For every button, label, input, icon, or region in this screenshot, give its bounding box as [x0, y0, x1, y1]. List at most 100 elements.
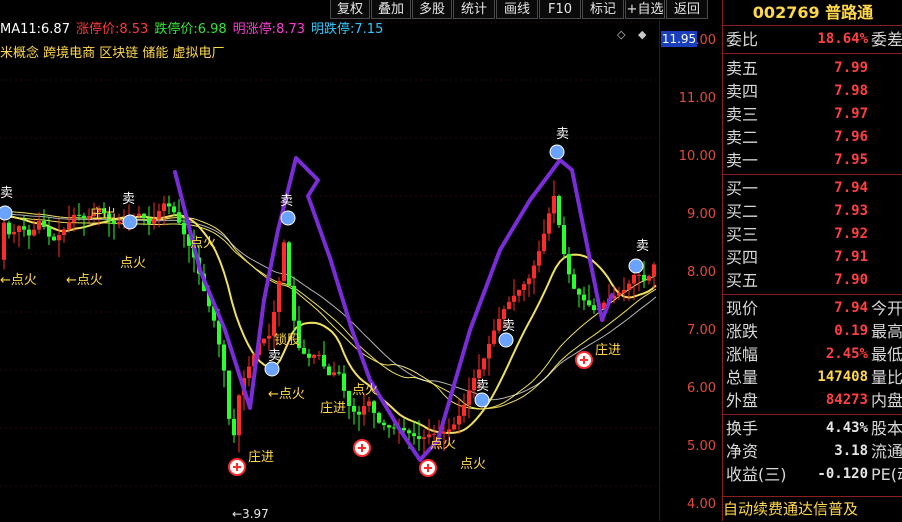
candle-body [222, 344, 226, 371]
candle-body [302, 347, 306, 354]
candle-body [77, 214, 81, 216]
candle-body [182, 222, 186, 235]
sell-signal-face-icon [0, 205, 13, 221]
row-value: 7.98 [834, 83, 868, 99]
chart-annotation: 点火 [190, 236, 216, 251]
indicator-0: MA11:6.87 [0, 22, 70, 37]
toolbar-button-5[interactable]: F10 [539, 0, 581, 19]
quote-panel: 002769 普路通 委比 18.64% 委差 卖五 7.99 卖四 7.98 卖三 7.… [722, 0, 902, 521]
candle-body [407, 430, 411, 434]
buy-row-1: 买二 7.93 [723, 200, 902, 223]
chart-annotation: 卖 [268, 349, 281, 364]
candle-body [442, 431, 446, 434]
candle-body [262, 338, 266, 344]
candle-body [582, 294, 586, 301]
row-value: 0.19 [834, 323, 868, 339]
stock-name: 普路通 [825, 3, 874, 22]
stock-header[interactable]: 002769 普路通 [723, 0, 902, 26]
candle-body [632, 274, 636, 284]
chart-annotation: 锁股 [274, 332, 300, 348]
candle-body [82, 215, 86, 219]
price-tick: 5.00 [687, 439, 716, 454]
candle-body [457, 415, 461, 425]
candle-body [547, 213, 551, 234]
indicator-4: 明跌停:7.15 [311, 22, 383, 37]
candle-body [352, 405, 356, 412]
quote-row-4: 外盘 84273 内盘 [723, 389, 902, 412]
toolbar-button-7[interactable]: +自选 [625, 0, 665, 19]
candle-body [497, 318, 501, 331]
chart-annotation: 点火 [460, 457, 486, 472]
candle-body [412, 433, 416, 437]
row-extra-label: 最高 [871, 322, 902, 341]
candle-body [332, 372, 336, 376]
ad-banner[interactable]: 自动续费通达信普及 [723, 496, 902, 522]
candle-body [362, 405, 366, 415]
candle-body [227, 370, 231, 419]
candle-body [527, 278, 531, 285]
candle-body [22, 226, 26, 230]
candle-body [417, 436, 421, 440]
ma-line-long-2 [0, 215, 657, 410]
candle-body [307, 353, 311, 358]
toolbar-button-1[interactable]: 叠加 [371, 0, 411, 19]
candle-body [507, 301, 511, 310]
toolbar-button-0[interactable]: 复权 [330, 0, 370, 19]
candle-body [217, 320, 221, 345]
candle-body [337, 372, 341, 374]
indicator-value: 6.98 [197, 22, 227, 37]
candle-body [392, 427, 396, 429]
finance-row-1: 净资 3.18 流通 [723, 440, 902, 463]
row-value: 7.91 [834, 249, 868, 265]
finance-row-2: 收益(三) -0.120PE(动) [723, 463, 902, 486]
buy-row-4: 买五 7.90 [723, 269, 902, 292]
row-value: 7.93 [834, 203, 868, 219]
row-value: 7.95 [834, 152, 868, 168]
candle-body [177, 212, 181, 223]
candle-body [492, 330, 496, 344]
chart-annotation: 卖 [280, 194, 293, 209]
candle-body [627, 283, 631, 290]
price-axis: 12.00 11.00 10.00 9.00 8.00 7.00 6.00 5.00 4.00 [660, 20, 720, 521]
chart-annotation: 卖 [122, 192, 135, 207]
toolbar-button-6[interactable]: 标记 [582, 0, 624, 19]
candle-body [377, 412, 381, 423]
sell-signal-face-icon [122, 214, 138, 230]
candle-body [522, 284, 526, 290]
price-tick: 9.00 [687, 207, 716, 222]
row-label: 收益(三) [726, 465, 787, 484]
toolbar-button-2[interactable]: 多股 [412, 0, 452, 19]
indicator-value: 8.53 [119, 22, 149, 37]
quote-row-3: 总量 147408 量比 [723, 366, 902, 389]
sell-signal-face-icon [498, 332, 514, 348]
candle-body [357, 411, 361, 415]
candle-body [32, 229, 36, 236]
price-tick: 6.00 [687, 381, 716, 396]
row-label: 买五 [726, 271, 759, 290]
dot-icon: ◆ [638, 28, 647, 41]
toolbar-button-4[interactable]: 画线 [496, 0, 538, 19]
diamond-icon: ◇ [617, 28, 626, 41]
k-line-chart[interactable]: 卖卖卖卖卖卖卖卖←点火 ←点火点火点火←点火 点火点火点火庄出庄进庄进庄进锁股←3.… [0, 0, 660, 521]
candle-body [622, 289, 626, 293]
weibi-row: 委比 18.64% 委差 [723, 28, 902, 51]
candle-body [287, 242, 291, 286]
candle-body [327, 366, 331, 376]
row-value: 7.92 [834, 226, 868, 242]
row-value: 4.43% [825, 420, 868, 436]
indicator-label: MA11: [0, 22, 42, 37]
weibi-label: 委比 [726, 30, 759, 49]
row-label: 总量 [726, 368, 759, 387]
ma-line-mid [0, 212, 657, 434]
row-value: 7.90 [834, 272, 868, 288]
candle-body [7, 222, 11, 235]
buy-row-2: 买三 7.92 [723, 223, 902, 246]
candle-body [652, 264, 656, 277]
chart-annotation: 庄进 [320, 400, 346, 416]
indicator-2: 跌停价:6.98 [154, 22, 226, 37]
toolbar-button-8[interactable]: 返回 [666, 0, 708, 19]
candle-body [62, 229, 66, 236]
toolbar-button-3[interactable]: 统计 [453, 0, 495, 19]
chart-annotation: 点火 [120, 256, 146, 271]
ma-line-long-1 [0, 210, 657, 410]
